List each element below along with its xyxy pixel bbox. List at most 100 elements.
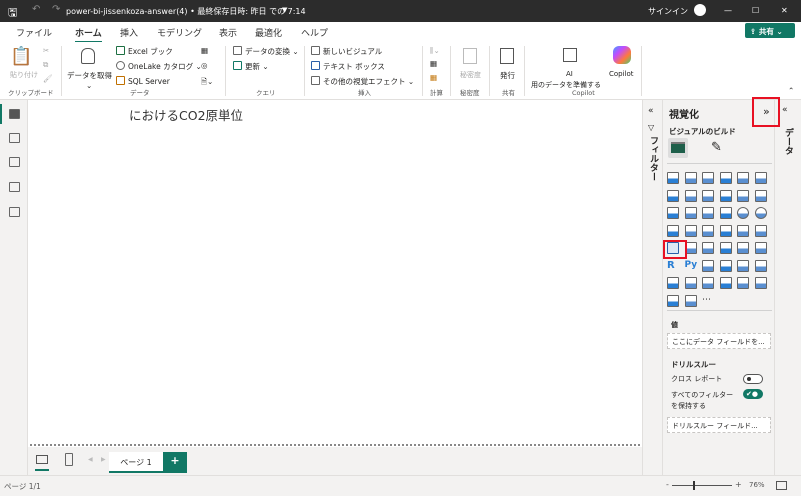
image-visual-icon[interactable] bbox=[754, 277, 767, 289]
maximize-button[interactable]: ☐ bbox=[752, 6, 759, 15]
account-icon[interactable] bbox=[694, 4, 706, 16]
kpi-visual-icon[interactable] bbox=[702, 242, 714, 254]
more-visuals-icon[interactable]: ⋯ bbox=[702, 295, 714, 307]
line-clustered-column-visual-icon[interactable] bbox=[754, 189, 767, 202]
text-slicer-visual-icon[interactable] bbox=[667, 294, 679, 307]
refresh-button[interactable]: 更新 ⌄ bbox=[233, 61, 269, 72]
sensitivity-button[interactable]: 秘密度 bbox=[460, 70, 481, 80]
collapse-ribbon-icon[interactable]: ⌃ bbox=[788, 86, 794, 95]
minimize-button[interactable]: — bbox=[724, 6, 732, 15]
dax-query-view-icon[interactable] bbox=[9, 182, 20, 192]
data-pane-collapsed[interactable]: « データ bbox=[776, 100, 801, 475]
more-visuals-button[interactable]: その他の視覚エフェクト ⌄ bbox=[311, 76, 414, 87]
title-dropdown-icon[interactable]: ▼ bbox=[282, 6, 287, 14]
share-button[interactable]: ⇪ 共有 ⌄ bbox=[745, 23, 795, 38]
map-visual-icon[interactable] bbox=[684, 224, 697, 237]
excel-button[interactable]: Excel ブック bbox=[116, 46, 173, 57]
drillthrough-field-well[interactable]: ドリルスルー フィールド... bbox=[667, 417, 771, 433]
card-new-visual-icon[interactable] bbox=[754, 224, 767, 237]
funnel-visual-icon[interactable] bbox=[702, 207, 714, 219]
table-visual-icon[interactable] bbox=[737, 242, 749, 254]
donut-visual-icon[interactable] bbox=[754, 207, 767, 219]
slicer-visual-icon[interactable] bbox=[719, 242, 732, 254]
paste-button[interactable]: 貼り付け bbox=[10, 70, 38, 80]
area-visual-icon[interactable] bbox=[684, 189, 697, 202]
clustered-column-visual-icon[interactable] bbox=[719, 172, 732, 184]
key-influencers-visual-icon[interactable] bbox=[702, 259, 714, 272]
tab-home[interactable]: ホーム bbox=[75, 26, 102, 43]
onelake-button[interactable]: OneLake カタログ ⌄ bbox=[116, 61, 202, 72]
get-data-button[interactable]: データを取得 bbox=[67, 70, 112, 81]
format-painter-icon[interactable]: 🖌 bbox=[43, 74, 53, 83]
100-area-visual-icon[interactable] bbox=[719, 189, 732, 202]
close-button[interactable]: ✕ bbox=[781, 6, 788, 15]
values-field-well[interactable]: ここにデータ フィールドを... bbox=[667, 333, 771, 349]
pie-visual-icon[interactable] bbox=[737, 207, 749, 219]
prev-page-icon[interactable]: ◀ bbox=[88, 456, 93, 463]
cross-report-toggle[interactable] bbox=[743, 374, 763, 384]
copilot-button[interactable]: Copilot bbox=[609, 70, 634, 78]
paginated-visual-icon[interactable] bbox=[684, 277, 697, 289]
tab-file[interactable]: ファイル bbox=[16, 26, 52, 39]
metrics-visual-icon[interactable] bbox=[667, 277, 679, 289]
redo-icon[interactable]: ↷ bbox=[52, 4, 60, 15]
tab-modeling[interactable]: モデリング bbox=[157, 26, 202, 39]
r-visual-visual-icon[interactable]: R bbox=[667, 260, 679, 272]
button-slicer-visual-icon[interactable] bbox=[737, 277, 749, 289]
stacked-bar-visual-icon[interactable] bbox=[667, 172, 679, 184]
save-icon[interactable]: 🖫 bbox=[8, 4, 17, 23]
build-visual-tab[interactable] bbox=[668, 138, 688, 158]
expand-data-icon[interactable]: « bbox=[782, 105, 788, 115]
enter-data-icon[interactable]: ▦ bbox=[201, 46, 208, 55]
recent-sources-icon[interactable]: 🗎⌄ bbox=[201, 76, 213, 89]
matrix-visual-icon[interactable] bbox=[754, 242, 767, 254]
scatter-visual-icon[interactable] bbox=[719, 207, 732, 219]
filled-map-visual-icon[interactable] bbox=[702, 224, 714, 237]
new-measure-icon[interactable]: ⫼⌄ bbox=[430, 46, 440, 56]
format-visual-icon[interactable]: ✎ bbox=[711, 140, 722, 155]
tab-help[interactable]: ヘルプ bbox=[301, 26, 328, 39]
filters-label[interactable]: フィルター bbox=[647, 136, 660, 181]
treemap-visual-icon[interactable] bbox=[667, 224, 679, 237]
dataverse-icon[interactable]: ◎ bbox=[201, 61, 208, 70]
cut-icon[interactable]: ✂ bbox=[43, 46, 49, 55]
sql-server-button[interactable]: SQL Server bbox=[116, 76, 170, 86]
stacked-area-visual-icon[interactable] bbox=[702, 189, 714, 202]
filters-pane-collapsed[interactable]: « ▽ フィルター bbox=[642, 100, 662, 475]
new-visual-button[interactable]: 新しいビジュアル bbox=[311, 46, 382, 57]
qa-visual-icon[interactable] bbox=[737, 259, 749, 272]
100-bar-visual-icon[interactable] bbox=[737, 172, 749, 184]
publish-button[interactable]: 発行 bbox=[500, 70, 515, 81]
report-view-icon[interactable] bbox=[9, 109, 20, 119]
zoom-out-button[interactable]: - bbox=[666, 480, 669, 489]
zoom-slider-thumb[interactable] bbox=[693, 481, 695, 490]
line-visual-icon[interactable] bbox=[667, 189, 679, 202]
smart-narrative-visual-icon[interactable] bbox=[754, 259, 767, 272]
window-title[interactable]: power-bi-jissenkoza-answer(4) • 最終保存日時: … bbox=[66, 6, 306, 17]
100-column-visual-icon[interactable] bbox=[754, 172, 767, 184]
tmdl-view-icon[interactable] bbox=[9, 207, 20, 217]
desktop-layout-icon[interactable] bbox=[36, 455, 48, 464]
model-view-icon[interactable] bbox=[9, 157, 20, 167]
transform-data-button[interactable]: データの変換 ⌄ bbox=[233, 46, 299, 57]
gauge-visual-icon[interactable] bbox=[737, 224, 749, 237]
zoom-in-button[interactable]: + bbox=[735, 480, 742, 489]
table-view-icon[interactable] bbox=[9, 133, 20, 143]
tab-view[interactable]: 表示 bbox=[219, 26, 237, 39]
ai-prep-label-1[interactable]: AI bbox=[566, 70, 573, 78]
waterfall-visual-icon[interactable] bbox=[684, 207, 697, 219]
power-automate-visual-icon[interactable] bbox=[719, 277, 732, 289]
get-data-chevron-icon[interactable]: ⌄ bbox=[86, 81, 92, 90]
visual-title-text[interactable]: におけるCO2原単位 bbox=[129, 105, 243, 124]
narrative-visual-icon[interactable] bbox=[684, 294, 697, 307]
decomposition-tree-visual-icon[interactable] bbox=[719, 259, 732, 272]
mobile-layout-icon[interactable] bbox=[65, 453, 73, 466]
tab-insert[interactable]: 挿入 bbox=[120, 26, 138, 39]
calc-table-icon[interactable]: ▦ bbox=[430, 73, 437, 82]
page-tab-1[interactable]: ページ 1 bbox=[109, 452, 163, 473]
clustered-bar-visual-icon[interactable] bbox=[702, 172, 714, 184]
python-visual-visual-icon[interactable]: Py bbox=[685, 260, 698, 272]
line-column-visual-icon[interactable] bbox=[737, 189, 749, 202]
textbox-button[interactable]: テキスト ボックス bbox=[311, 61, 385, 72]
stacked-column-visual-icon[interactable] bbox=[684, 172, 697, 184]
